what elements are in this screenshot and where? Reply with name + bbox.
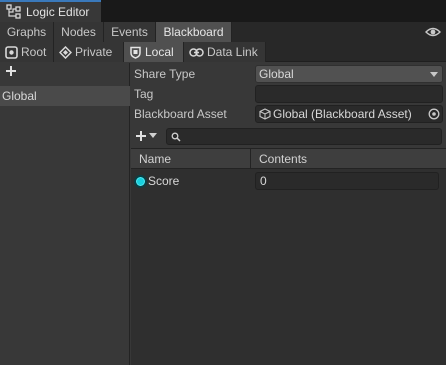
tab-graphs[interactable]: Graphs: [0, 22, 54, 42]
chevron-down-icon: [430, 72, 438, 77]
tab-nodes[interactable]: Nodes: [54, 22, 104, 42]
tab-label: Nodes: [61, 25, 96, 39]
blackboard-asset-row: Blackboard Asset Global (Blackboard Asse…: [131, 104, 446, 124]
tab-label: Root: [21, 45, 47, 59]
variable-value-field[interactable]: 0: [255, 172, 439, 190]
link-icon: [189, 47, 204, 57]
tag-input[interactable]: [255, 85, 443, 103]
share-type-row: Share Type Global: [131, 64, 446, 84]
tag-row: Tag: [131, 84, 446, 104]
column-header-contents[interactable]: Contents: [259, 152, 307, 166]
tab-label: Private: [75, 45, 113, 59]
blackboard-list-panel: Global: [0, 63, 130, 365]
chevron-down-icon: [149, 133, 157, 138]
plus-icon: [136, 131, 146, 141]
column-header-name[interactable]: Name: [139, 152, 171, 166]
column-divider[interactable]: [250, 149, 251, 169]
diamond-icon: [59, 45, 72, 59]
search-icon: [171, 132, 181, 142]
plus-icon: [6, 66, 16, 76]
int-type-icon: [134, 175, 147, 188]
tag-label: Tag: [134, 87, 154, 101]
tab-label: Local: [145, 45, 174, 59]
tab-label: Blackboard: [163, 25, 224, 39]
window-tab[interactable]: Logic Editor: [0, 0, 101, 22]
asset-cube-icon: [259, 108, 271, 120]
tab-label: Events: [111, 25, 148, 39]
list-item-global[interactable]: Global: [0, 86, 130, 106]
table-row[interactable]: Score 0: [131, 169, 446, 193]
tab-data-link[interactable]: Data Link: [184, 42, 266, 62]
share-type-label: Share Type: [134, 67, 196, 81]
variables-table: Name Contents Score 0: [131, 148, 446, 365]
title-bar: Logic Editor: [0, 0, 446, 22]
tab-label: Data Link: [207, 45, 258, 59]
tab-blackboard[interactable]: Blackboard: [156, 22, 232, 42]
share-type-dropdown[interactable]: Global: [255, 65, 443, 83]
logic-graph-icon: [6, 4, 21, 19]
share-type-value: Global: [259, 67, 294, 81]
list-item-label: Global: [2, 89, 37, 103]
blackboard-asset-value: Global (Blackboard Asset): [273, 107, 412, 121]
add-blackboard-button[interactable]: [4, 65, 18, 79]
tab-root[interactable]: Root: [0, 42, 54, 62]
shield-icon: [130, 46, 141, 59]
scope-tab-bar: Root Private Local Data Link: [0, 42, 446, 62]
tab-private[interactable]: Private: [54, 42, 124, 62]
tab-local[interactable]: Local: [124, 42, 184, 62]
variable-name[interactable]: Score: [148, 174, 179, 188]
variable-search-input[interactable]: [166, 128, 442, 145]
tab-events[interactable]: Events: [104, 22, 156, 42]
variable-value: 0: [260, 174, 267, 188]
blackboard-inspector: Share Type Global Tag Blackboard Asset G…: [131, 63, 446, 365]
object-picker-icon[interactable]: [428, 108, 440, 120]
main-tab-bar: Graphs Nodes Events Blackboard: [0, 22, 446, 42]
variables-toolbar: [131, 125, 446, 147]
eye-icon[interactable]: [425, 25, 441, 39]
table-header: Name Contents: [131, 148, 446, 169]
window-title: Logic Editor: [26, 5, 90, 19]
tab-label: Graphs: [6, 25, 47, 39]
blackboard-asset-field[interactable]: Global (Blackboard Asset): [255, 105, 443, 123]
add-variable-button[interactable]: [135, 127, 161, 145]
blackboard-asset-label: Blackboard Asset: [134, 107, 227, 121]
logic-editor-window: Logic Editor Graphs Nodes Events Blackbo…: [0, 0, 446, 365]
root-icon: [5, 45, 18, 59]
